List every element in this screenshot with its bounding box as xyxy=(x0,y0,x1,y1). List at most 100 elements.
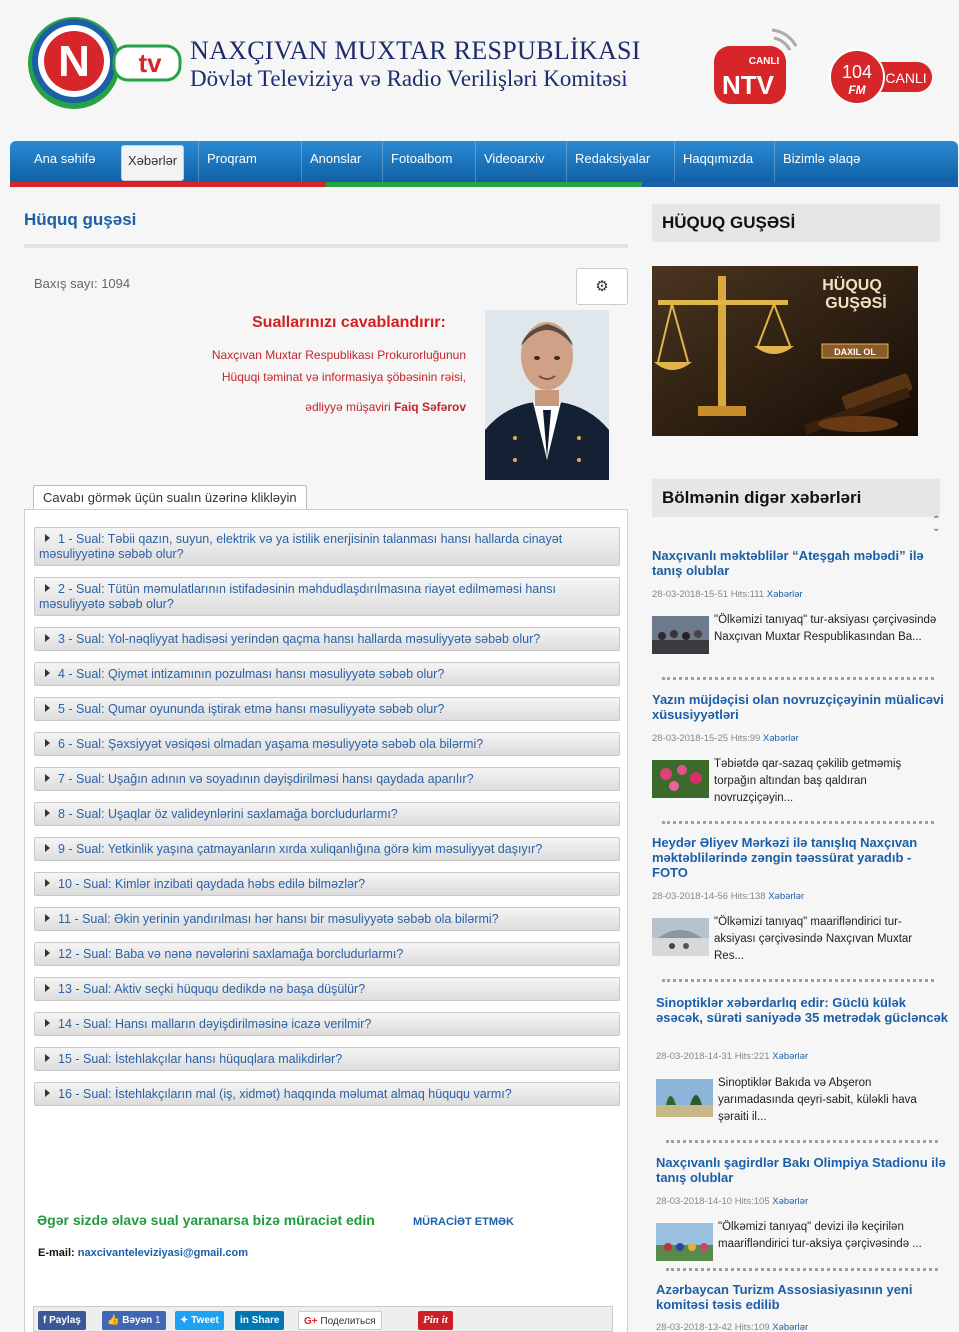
question-item[interactable]: 14 - Sual: Hansı malların dəyişdirilməsi… xyxy=(34,1012,620,1036)
linkedin-share-button[interactable]: in Share xyxy=(235,1311,285,1330)
gplus-share-button[interactable]: G+ Поделиться xyxy=(298,1311,382,1330)
banner-text-1: HÜQUQ xyxy=(822,275,882,294)
pinterest-button[interactable]: Pin it xyxy=(418,1311,453,1330)
site-logo[interactable]: N tv xyxy=(22,12,182,114)
news-meta: 28-03-2018-13-42 Hits:109 Xəbərlər xyxy=(656,1322,808,1332)
news-date: 28-03-2018-14-10 xyxy=(656,1196,733,1207)
nav-item-news[interactable]: Xəbərlər xyxy=(121,145,185,181)
news-date: 28-03-2018-14-31 xyxy=(656,1051,733,1062)
question-item[interactable]: 11 - Sual: Əkin yerinin yandırılması hər… xyxy=(34,907,620,931)
nav-item-editorials[interactable]: Redaksiyalar xyxy=(566,141,650,183)
news-category[interactable]: Xəbərlər xyxy=(763,733,799,744)
news-date: 28-03-2018-14-56 xyxy=(652,891,729,902)
main-nav: Ana səhifə Xəbərlər Proqram Anonslar Fot… xyxy=(10,141,958,183)
live-fm-label: FM xyxy=(848,83,866,97)
facebook-like-button[interactable]: 👍 Bəyən 1 xyxy=(102,1311,166,1330)
news-title[interactable]: Yazın müjdəçisi olan novruzçiçəyinin müa… xyxy=(652,692,944,722)
news-title[interactable]: Sinoptiklər xəbərdarlıq edir: Güclü külə… xyxy=(656,995,948,1025)
facebook-share-label: Paylaş xyxy=(49,1315,81,1326)
google-plus-icon: G+ xyxy=(304,1316,318,1327)
live-tv-letters: NTV xyxy=(722,70,775,100)
nav-item-about[interactable]: Haqqımızda xyxy=(674,141,753,183)
question-item[interactable]: 16 - Sual: İstehlakçıların mal (iş, xidm… xyxy=(34,1082,620,1106)
pinterest-label: Pin it xyxy=(423,1314,448,1326)
nav-item-contact[interactable]: Bizimlə əlaqə xyxy=(774,141,860,183)
question-item[interactable]: 7 - Sual: Uşağın adının və soyadının dəy… xyxy=(34,767,620,791)
news-category[interactable]: Xəbərlər xyxy=(772,1051,808,1062)
live-fm-button[interactable]: 104 FM CANLI xyxy=(828,48,934,106)
question-item[interactable]: 2 - Sual: Tütün məmulatlarının istifadəs… xyxy=(34,577,620,616)
contact-link[interactable]: MÜRACİƏT ETMƏK xyxy=(413,1216,514,1228)
banner-text-2: GUŞƏSİ xyxy=(825,294,886,312)
answer-line-1: Naxçıvan Muxtar Respublikası Prokurorluğ… xyxy=(211,348,466,362)
nav-item-videoarchive[interactable]: Videoarxiv xyxy=(475,141,544,183)
news-excerpt: "Ölkəmizi tanıyaq" tur-aksiyası çərçivəs… xyxy=(714,614,937,643)
nav-item-program[interactable]: Proqram xyxy=(198,141,257,183)
caret-right-icon xyxy=(45,669,50,677)
news-hits: Hits:99 xyxy=(730,733,761,744)
thumbs-up-icon: 👍 xyxy=(107,1315,120,1326)
news-title[interactable]: Heydər Əliyev Mərkəzi ilə tanışlıq Naxçı… xyxy=(652,835,944,880)
news-title[interactable]: Naxçıvanlı məktəblilər “Ateşgah məbədi” … xyxy=(652,548,944,578)
question-item[interactable]: 10 - Sual: Kimlər inzibati qaydada həbs … xyxy=(34,872,620,896)
email-link[interactable]: naxcivanteleviziyasi@gmail.com xyxy=(78,1247,248,1259)
caret-right-icon xyxy=(45,949,50,957)
nav-item-photoalbum[interactable]: Fotoalbom xyxy=(382,141,452,183)
news-thumbnail[interactable] xyxy=(656,1079,713,1117)
nav-item-home[interactable]: Ana səhifə xyxy=(26,141,95,183)
question-item[interactable]: 6 - Sual: Şəxsiyyət vəsiqəsi olmadan yaş… xyxy=(34,732,620,756)
news-excerpt: "Ölkəmizi tanıyaq" devizi ilə keçirilən … xyxy=(718,1221,922,1250)
nav-color-stripe xyxy=(10,182,958,187)
news-title[interactable]: Naxçıvanlı şagirdlər Bakı Olimpiya Stadi… xyxy=(656,1155,948,1185)
nav-item-announcements[interactable]: Anonslar xyxy=(301,141,361,183)
tweet-label: Tweet xyxy=(191,1315,219,1326)
caret-right-icon xyxy=(45,739,50,747)
question-item[interactable]: 15 - Sual: İstehlakçılar hansı hüquqlara… xyxy=(34,1047,620,1071)
caret-right-icon xyxy=(45,774,50,782)
chevron-down-icon[interactable]: ⌄ xyxy=(932,523,940,534)
news-separator xyxy=(662,821,934,824)
tweet-button[interactable]: ✦ Tweet xyxy=(175,1311,224,1330)
question-item[interactable]: 9 - Sual: Yetkinlik yaşına çatmayanların… xyxy=(34,837,620,861)
legal-corner-banner[interactable]: DAXIL OL HÜQUQ GUŞƏSİ xyxy=(652,266,918,436)
question-text: 11 - Sual: Əkin yerinin yandırılması hər… xyxy=(58,912,499,926)
question-item[interactable]: 12 - Sual: Baba və nənə nəvələrini saxla… xyxy=(34,942,620,966)
caret-right-icon xyxy=(45,844,50,852)
news-hits: Hits:105 xyxy=(734,1196,770,1207)
live-tv-button[interactable]: CANLI NTV xyxy=(712,24,802,108)
news-thumbnail[interactable] xyxy=(652,918,709,956)
question-item[interactable]: 3 - Sual: Yol-nəqliyyat hadisəsi yerində… xyxy=(34,627,620,651)
facebook-share-button[interactable]: f Paylaş xyxy=(38,1311,86,1330)
news-category[interactable]: Xəbərlər xyxy=(767,589,803,600)
news-category[interactable]: Xəbərlər xyxy=(772,1196,808,1207)
news-title[interactable]: Azərbaycan Turizm Assosiasiyasının yeni … xyxy=(656,1282,948,1312)
question-text: 9 - Sual: Yetkinlik yaşına çatmayanların… xyxy=(58,842,543,856)
question-item[interactable]: 1 - Sual: Təbii qazın, suyun, elektrik v… xyxy=(34,527,620,566)
title-divider xyxy=(24,244,628,248)
question-item[interactable]: 8 - Sual: Uşaqlar öz valideynlərini saxl… xyxy=(34,802,620,826)
caret-right-icon xyxy=(45,1089,50,1097)
question-list: 1 - Sual: Təbii qazın, suyun, elektrik v… xyxy=(24,509,628,1332)
news-excerpt: Təbiətdə qar-sazaq çəkilib getməmiş torp… xyxy=(714,758,902,804)
news-category[interactable]: Xəbərlər xyxy=(768,891,804,902)
question-text: 6 - Sual: Şəxsiyyət vəsiqəsi olmadan yaş… xyxy=(58,737,484,751)
official-portrait xyxy=(485,310,609,480)
scroll-arrows[interactable]: ⌃ ⌄ xyxy=(932,516,940,534)
news-meta: 28-03-2018-15-51 Hits:111 Xəbərlər xyxy=(652,589,803,600)
news-thumbnail[interactable] xyxy=(656,1223,713,1261)
question-item[interactable]: 5 - Sual: Qumar oyununda iştirak etmə ha… xyxy=(34,697,620,721)
news-hits: Hits:111 xyxy=(730,589,765,600)
news-thumbnail[interactable] xyxy=(652,760,709,798)
question-text: 14 - Sual: Hansı malların dəyişdirilməsi… xyxy=(58,1017,372,1031)
question-item[interactable]: 13 - Sual: Aktiv seçki hüququ dedikdə nə… xyxy=(34,977,620,1001)
news-thumbnail[interactable] xyxy=(652,616,709,654)
news-category[interactable]: Xəbərlər xyxy=(772,1322,808,1332)
article-settings-button[interactable]: ⚙ xyxy=(576,268,628,305)
page-title: Hüquq guşəsi xyxy=(24,210,137,229)
share-bar: f Paylaş 👍 Bəyən 1 ✦ Tweet in Share G+ П… xyxy=(33,1306,613,1332)
news-date: 28-03-2018-15-25 xyxy=(652,733,729,744)
caret-right-icon xyxy=(45,1054,50,1062)
news-excerpt: "Ölkəmizi tanıyaq" maarifləndirici tur-a… xyxy=(714,916,913,962)
news-separator xyxy=(666,1140,938,1143)
question-item[interactable]: 4 - Sual: Qiymət intizamının pozulması h… xyxy=(34,662,620,686)
